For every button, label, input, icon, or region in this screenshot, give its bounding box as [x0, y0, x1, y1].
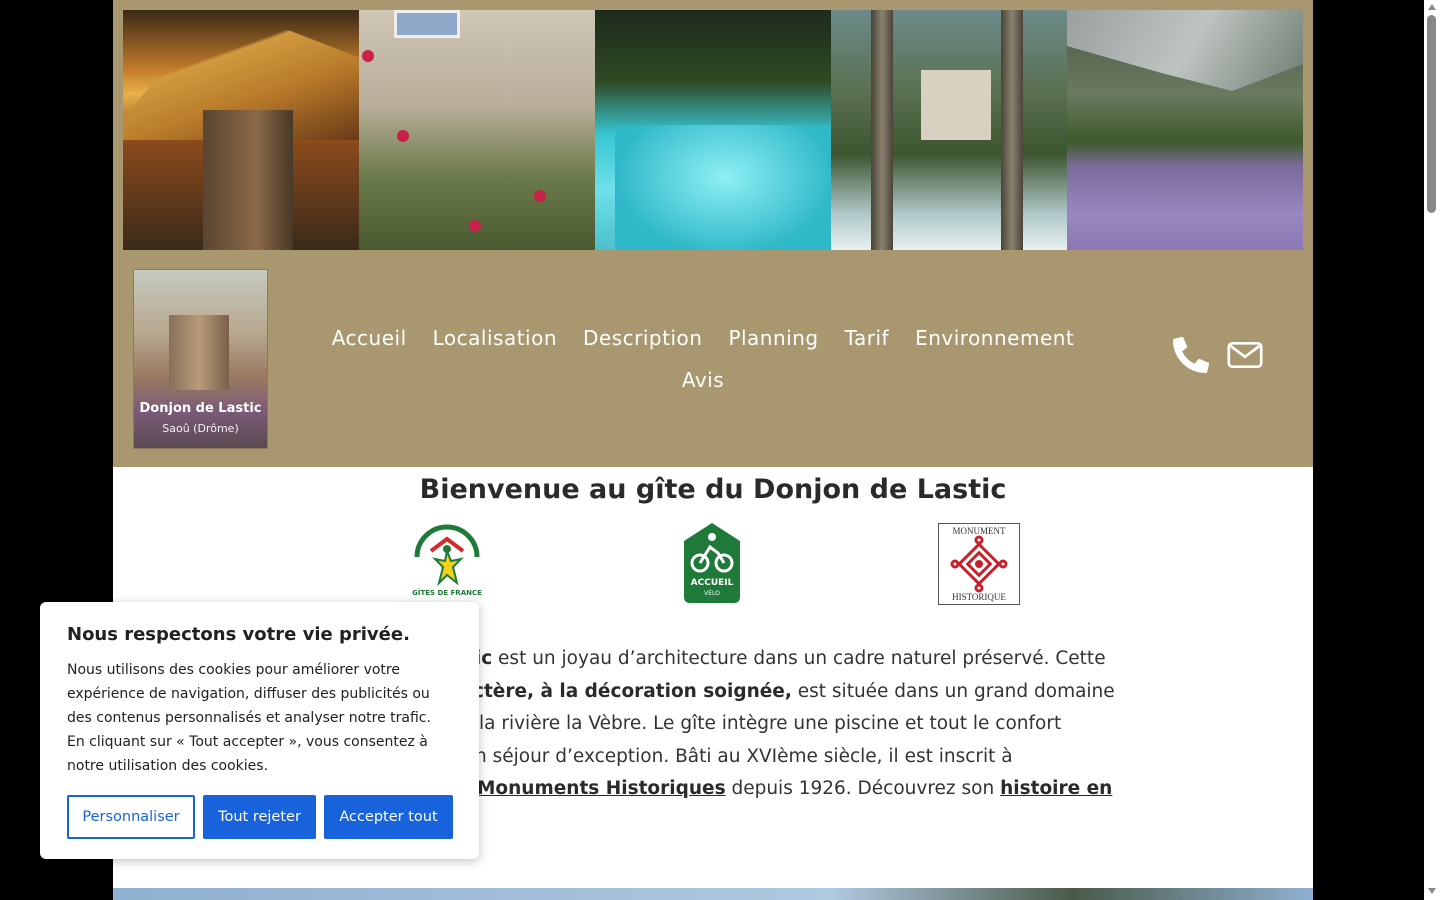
- para-bold-2: ctère, à la décoration soignée,: [473, 681, 792, 702]
- nav-accueil[interactable]: Accueil: [332, 318, 407, 358]
- section-image-strip: [113, 888, 1313, 900]
- site-logo[interactable]: Donjon de Lastic Saoû (Drôme): [133, 269, 268, 449]
- para-text-5: depuis 1926. Découvrez son: [725, 778, 1001, 799]
- photo-strip: [123, 10, 1303, 250]
- scroll-down-arrow-icon[interactable]: [1428, 888, 1436, 894]
- customize-button[interactable]: Personnaliser: [67, 795, 195, 839]
- gites-de-france-logo[interactable]: GÎTES DE FRANCE: [409, 523, 485, 599]
- roses-wall-photo: [359, 10, 595, 250]
- para-text-4: n séjour d’exception. Bâti au XVIème siè…: [475, 746, 1013, 767]
- monument-historique-logo[interactable]: MONUMENT HISTORIQUE: [938, 523, 1020, 605]
- nav-localisation[interactable]: Localisation: [433, 318, 557, 358]
- vertical-scrollbar[interactable]: [1424, 0, 1440, 900]
- reject-all-button[interactable]: Tout rejeter: [203, 795, 316, 839]
- nav-environnement[interactable]: Environnement: [915, 318, 1074, 358]
- mail-icon[interactable]: [1227, 337, 1263, 373]
- cookie-banner: Nous respectons votre vie privée. Nous u…: [40, 602, 479, 859]
- page-title: Bienvenue au gîte du Donjon de Lastic: [419, 474, 1007, 505]
- nav-planning[interactable]: Planning: [728, 318, 818, 358]
- cookie-title: Nous respectons votre vie privée.: [67, 624, 410, 645]
- scrollbar-thumb[interactable]: [1427, 15, 1436, 213]
- mh-text-bottom: HISTORIQUE: [952, 592, 1006, 602]
- para-text-1: est un joyau d’architecture dans un cadr…: [492, 648, 1106, 669]
- mh-text-top: MONUMENT: [953, 526, 1007, 536]
- histoire-link[interactable]: histoire en: [1000, 778, 1112, 799]
- nav-avis[interactable]: Avis: [682, 360, 724, 400]
- chateau-sunset-photo: [123, 10, 359, 250]
- accueil-velo-logo[interactable]: ACCUEIL VÉLO: [684, 523, 740, 603]
- logo-title: Donjon de Lastic: [139, 401, 262, 416]
- para-text-2: est située dans un grand domaine: [791, 681, 1115, 702]
- nav-tarif[interactable]: Tarif: [845, 318, 889, 358]
- gites-text: GÎTES DE FRANCE: [412, 588, 482, 597]
- accept-all-button[interactable]: Accepter tout: [324, 795, 453, 839]
- para-text-3: la rivière la Vèbre. Le gîte intègre une…: [479, 713, 1062, 734]
- waterfall-photo: [831, 10, 1067, 250]
- header-banner: Donjon de Lastic Saoû (Drôme) Accueil Loc…: [113, 0, 1313, 467]
- nav-description[interactable]: Description: [583, 318, 702, 358]
- velo-text-bottom: VÉLO: [704, 589, 720, 597]
- pool-photo: [595, 10, 831, 250]
- phone-icon[interactable]: [1173, 337, 1209, 373]
- scroll-up-arrow-icon[interactable]: [1428, 4, 1436, 10]
- velo-text-top: ACCUEIL: [691, 578, 734, 588]
- lavender-photo: [1067, 10, 1303, 250]
- monuments-historiques-link[interactable]: Monuments Historiques: [477, 778, 726, 799]
- main-nav: Accueil Localisation Description Planning Ta…: [288, 318, 1118, 402]
- logo-subtitle: Saoû (Drôme): [162, 422, 239, 435]
- cookie-text: Nous utilisons des cookies pour améliore…: [67, 662, 431, 774]
